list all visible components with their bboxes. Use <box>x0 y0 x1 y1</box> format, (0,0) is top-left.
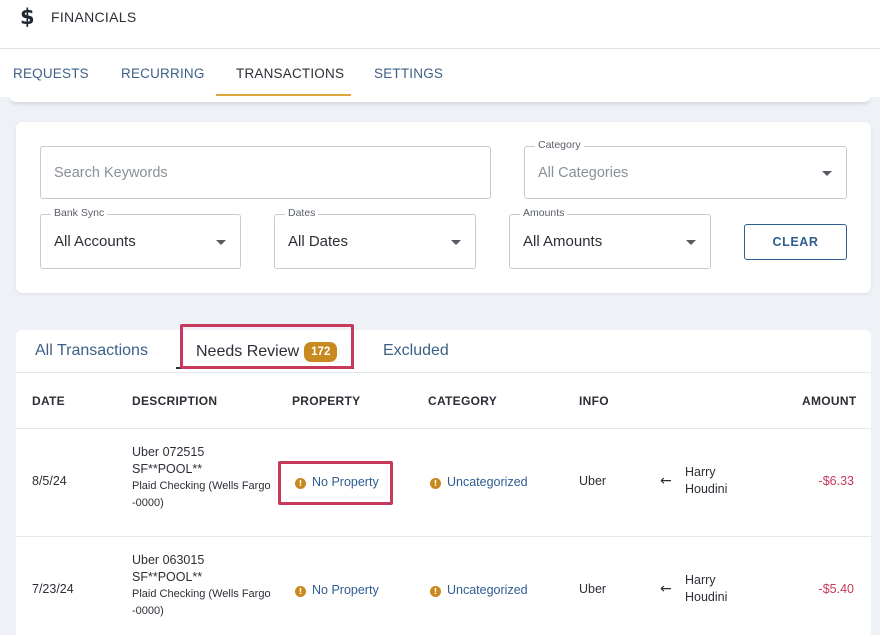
bank-sync-label: Bank Sync <box>51 207 108 219</box>
category-select[interactable]: Category All Categories <box>524 139 847 199</box>
tab-transactions[interactable]: TRANSACTIONS <box>236 66 344 81</box>
tab-settings[interactable]: SETTINGS <box>374 66 443 81</box>
chevron-down-icon <box>216 240 226 245</box>
description-line: Uber 063015 <box>132 553 205 567</box>
property-link[interactable]: ! No Property <box>295 583 379 597</box>
dates-select[interactable]: Dates All Dates <box>274 207 476 269</box>
amounts-value: All Amounts <box>523 233 603 250</box>
row-date: 7/23/24 <box>32 582 74 596</box>
collapsed-panel-edge <box>10 97 870 102</box>
header-category[interactable]: CATEGORY <box>428 394 497 408</box>
search-input[interactable]: Search Keywords <box>40 146 491 199</box>
category-value: All Categories <box>538 165 629 181</box>
property-highlight <box>278 461 393 505</box>
app-header: $ FINANCIALS <box>0 0 880 49</box>
bank-sync-value: All Accounts <box>54 233 136 250</box>
header-date[interactable]: DATE <box>32 394 65 408</box>
chevron-down-icon <box>686 240 696 245</box>
tab-requests[interactable]: REQUESTS <box>13 66 89 81</box>
tab-recurring[interactable]: RECURRING <box>121 66 205 81</box>
row-description: Uber 063015 SF**POOL** Plaid Checking (W… <box>132 552 282 620</box>
active-tab-indicator <box>216 94 351 96</box>
row-payee: Harry Houdini <box>685 464 727 498</box>
header-property[interactable]: PROPERTY <box>292 394 360 408</box>
row-amount: -$6.33 <box>818 474 854 488</box>
header-description[interactable]: DESCRIPTION <box>132 394 217 408</box>
payee-last-name: Houdini <box>685 590 728 604</box>
description-line: SF**POOL** <box>132 570 203 584</box>
property-label: No Property <box>312 583 379 597</box>
subtab-excluded[interactable]: Excluded <box>383 342 449 360</box>
amounts-label: Amounts <box>520 207 568 219</box>
account-line: Plaid Checking (Wells Fargo <box>132 480 271 492</box>
row-info: Uber <box>579 582 607 596</box>
row-date: 8/5/24 <box>32 474 67 488</box>
row-payee: Harry Houdini <box>685 572 727 606</box>
table-row[interactable]: 7/23/24 Uber 063015 SF**POOL** Plaid Che… <box>16 537 871 635</box>
main-tabs: REQUESTS RECURRING TRANSACTIONS SETTINGS <box>0 49 880 97</box>
account-line: -0000) <box>132 497 164 509</box>
subtab-all-transactions[interactable]: All Transactions <box>35 342 148 360</box>
info-icon: ! <box>295 586 306 597</box>
header-amount[interactable]: AMOUNT <box>802 394 856 408</box>
amounts-select[interactable]: Amounts All Amounts <box>509 207 711 269</box>
category-label: Uncategorized <box>447 475 528 489</box>
row-amount: -$5.40 <box>818 582 854 596</box>
needs-review-highlight <box>180 324 354 369</box>
chevron-down-icon <box>451 240 461 245</box>
row-info: Uber <box>579 474 607 488</box>
account-line: Plaid Checking (Wells Fargo <box>132 588 271 600</box>
category-link[interactable]: ! Uncategorized <box>430 583 528 597</box>
info-icon: ! <box>430 478 441 489</box>
search-placeholder: Search Keywords <box>54 165 168 181</box>
table-header: DATE DESCRIPTION PROPERTY CATEGORY INFO … <box>16 372 871 429</box>
category-label: Uncategorized <box>447 583 528 597</box>
chevron-down-icon <box>822 171 832 176</box>
arrow-left-icon: ← <box>660 581 672 597</box>
transactions-panel: All Transactions Needs Review 172 Exclude… <box>16 324 871 635</box>
description-line: Uber 072515 <box>132 445 205 459</box>
info-icon: ! <box>430 586 441 597</box>
payee-last-name: Houdini <box>685 482 728 496</box>
filters-card: Search Keywords Category All Categories … <box>16 122 871 293</box>
row-description: Uber 072515 SF**POOL** Plaid Checking (W… <box>132 444 282 512</box>
payee-first-name: Harry <box>685 573 716 587</box>
dates-label: Dates <box>285 207 319 219</box>
payee-first-name: Harry <box>685 465 716 479</box>
category-link[interactable]: ! Uncategorized <box>430 475 528 489</box>
arrow-left-icon: ← <box>660 473 672 489</box>
page-title: FINANCIALS <box>51 9 137 25</box>
account-line: -0000) <box>132 605 164 617</box>
category-label: Category <box>535 139 584 151</box>
dollar-icon: $ <box>20 5 35 29</box>
table-row[interactable]: 8/5/24 Uber 072515 SF**POOL** Plaid Chec… <box>16 429 871 537</box>
bank-sync-select[interactable]: Bank Sync All Accounts <box>40 207 241 269</box>
clear-button[interactable]: CLEAR <box>744 224 847 260</box>
header-info[interactable]: INFO <box>579 394 609 408</box>
description-line: SF**POOL** <box>132 462 203 476</box>
dates-value: All Dates <box>288 233 349 250</box>
